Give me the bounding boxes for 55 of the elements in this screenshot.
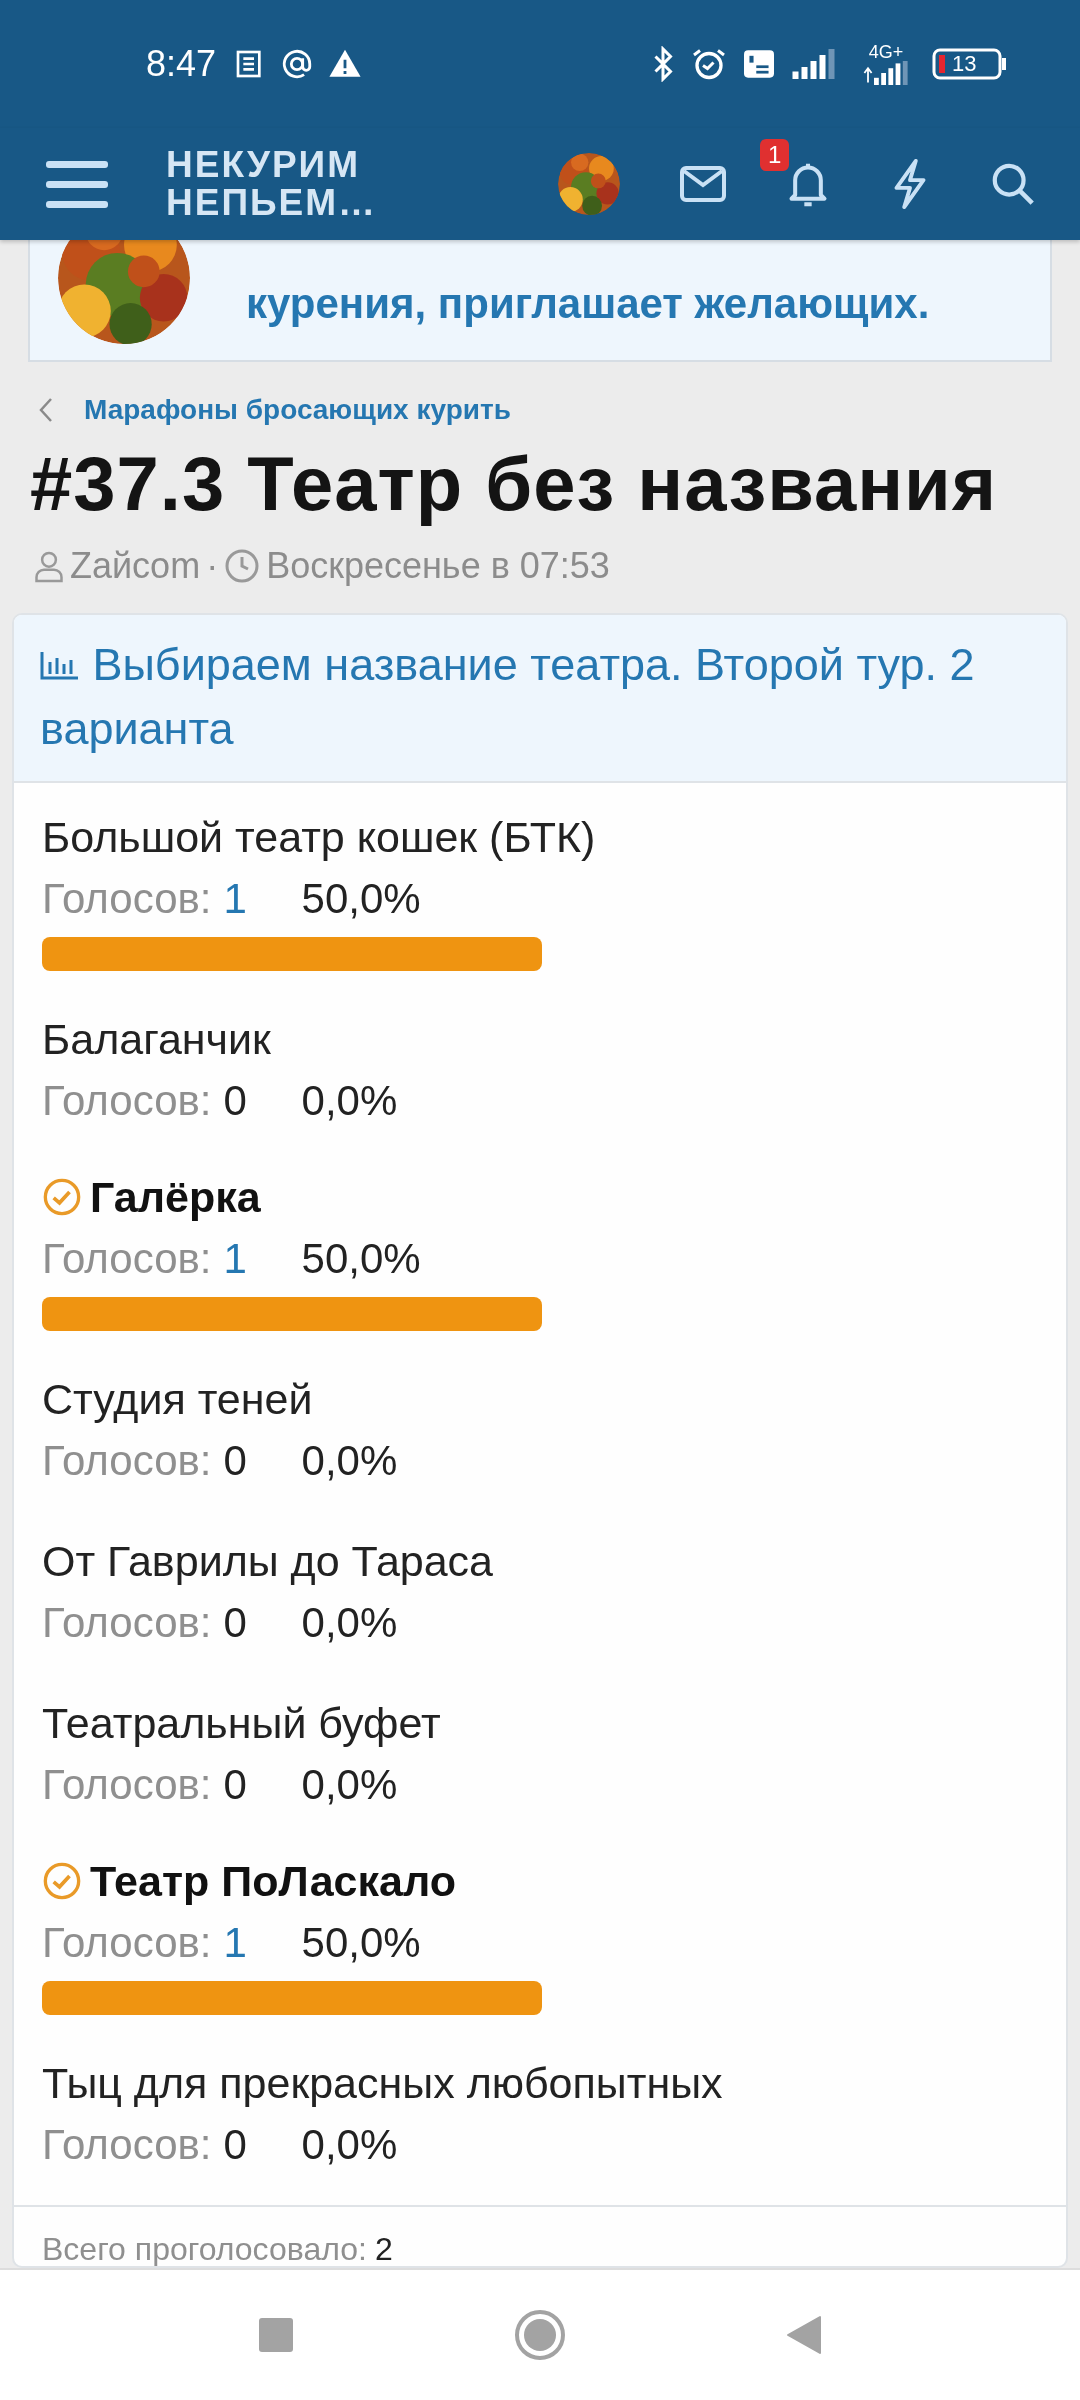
- option-label: Тыц для прекрасных любопытных: [42, 2058, 723, 2108]
- option-label: От Гаврилы до Тараса: [42, 1536, 494, 1586]
- vote-percent: 0,0%: [301, 1077, 398, 1126]
- poll-question: Выбираем название театра. Второй тур. 2 варианта: [40, 638, 976, 757]
- option-label: Большой театр кошек (БТК): [42, 812, 596, 862]
- vote-percent: 0,0%: [301, 1437, 398, 1486]
- network-type: 4G+: [868, 43, 904, 61]
- vote-percent: 50,0%: [301, 1919, 421, 1968]
- votes-count: 0: [223, 1599, 248, 1648]
- votes-count: 0: [223, 2121, 248, 2170]
- votes-label: Голосов:: [42, 1919, 212, 1968]
- vote-percent: 50,0%: [301, 1235, 421, 1284]
- total-voters-label: Всего проголосовало:: [42, 2231, 367, 2266]
- votes-count-link[interactable]: 1: [223, 1919, 272, 1968]
- thread-title: #37.3 Театр без названия: [30, 440, 999, 528]
- menu-icon[interactable]: [46, 159, 108, 209]
- votes-label: Голосов:: [42, 1077, 212, 1126]
- notice-banner[interactable]: курения, приглашает желающих.: [28, 240, 1052, 363]
- option-label: Студия теней: [42, 1374, 313, 1424]
- votes-label: Голосов:: [42, 875, 212, 924]
- site-logo[interactable]: НЕКУРИМ НЕПЬЕМ…: [166, 146, 378, 222]
- post-date-link[interactable]: Воскресенье в 07:53: [266, 545, 610, 588]
- mail-icon[interactable]: [680, 166, 726, 202]
- votes-label: Голосов:: [42, 1235, 212, 1284]
- vote-percent: 0,0%: [301, 1599, 398, 1648]
- votes-count: 0: [223, 1437, 248, 1486]
- breadcrumb-link[interactable]: Марафоны бросающих курить: [84, 394, 511, 427]
- votes-label: Голосов:: [42, 1761, 212, 1810]
- battery-icon: [932, 48, 1008, 80]
- vote-percent: 0,0%: [301, 1761, 398, 1810]
- notification-badge: 1: [760, 139, 790, 171]
- bar-chart-icon: [40, 650, 80, 681]
- option-label: Театральный буфет: [42, 1698, 441, 1748]
- author-link[interactable]: Zaйcom: [70, 545, 201, 588]
- votes-label: Голосов:: [42, 2121, 212, 2170]
- vote-percent: 50,0%: [301, 875, 421, 924]
- user-icon: [34, 549, 64, 584]
- option-label: Балаганчик: [42, 1014, 271, 1064]
- option-label: Театр ПоЛаскало: [90, 1856, 456, 1906]
- votes-count-link[interactable]: 1: [223, 875, 272, 924]
- votes-count: 0: [223, 1077, 248, 1126]
- vote-percent: 0,0%: [301, 2121, 398, 2170]
- search-icon[interactable]: [990, 161, 1036, 207]
- clock-time: 8:47: [146, 43, 217, 85]
- option-label: Галёрка: [90, 1172, 261, 1222]
- clock-icon: [224, 548, 261, 585]
- votes-count-link[interactable]: 1: [223, 1235, 272, 1284]
- separator-dot: ·: [206, 545, 219, 588]
- votes-label: Голосов:: [42, 1599, 212, 1648]
- votes-label: Голосов:: [42, 1437, 212, 1486]
- votes-count: 0: [223, 1761, 248, 1810]
- battery-level: 13: [952, 53, 977, 75]
- back-chevron-icon[interactable]: [38, 397, 54, 424]
- total-voters: 2: [374, 2231, 393, 2266]
- banner-text: курения, приглашает желающих.: [246, 280, 930, 329]
